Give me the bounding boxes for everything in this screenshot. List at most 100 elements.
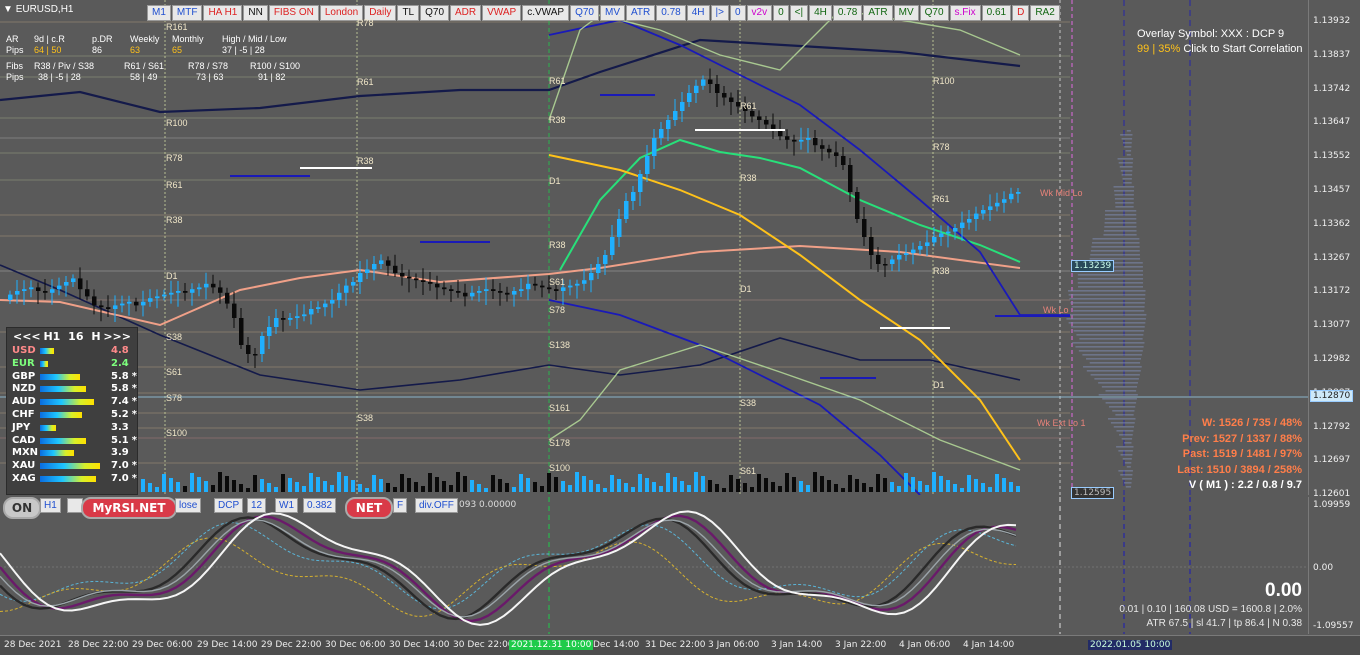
toolbar-button--21[interactable]: <| <box>789 5 809 21</box>
toolbar-button-0-18[interactable]: 0 <box>729 5 746 21</box>
volume-bar <box>925 485 929 492</box>
candle-body <box>253 354 258 356</box>
fibs-h3: R78 / S78 <box>188 61 229 71</box>
f-button[interactable]: F <box>393 498 408 513</box>
volume-bar <box>624 483 628 492</box>
volume-profile-bar <box>1114 198 1134 200</box>
strength-bar <box>40 463 100 470</box>
toolbar-button-hah1-2[interactable]: HA H1 <box>203 5 243 21</box>
candle-body <box>78 278 83 290</box>
toolbar-button-atr-14[interactable]: ATR <box>625 5 656 21</box>
toolbar-button-0-20[interactable]: 0 <box>773 5 789 21</box>
toolbar-button-atr-24[interactable]: ATR <box>863 5 893 21</box>
toolbar-button-tl-7[interactable]: TL <box>397 5 420 21</box>
toolbar-button-061-28[interactable]: 0.61 <box>981 5 1012 21</box>
dcp-button[interactable]: DCP <box>214 498 244 513</box>
toolbar-button-ra2-30[interactable]: RA2 <box>1030 5 1060 21</box>
correlation-line[interactable]: 99 | 35% Click to Start Correlation <box>1137 42 1303 57</box>
osc-axis-label: -1.09557 <box>1313 621 1354 631</box>
stat-past: Past: 1519 / 1481 / 97% <box>1182 448 1302 460</box>
corr-percent: 35% <box>1158 43 1181 55</box>
volume-bar <box>540 486 544 492</box>
div-button[interactable]: div.OFF <box>415 498 458 513</box>
toolbar-button-v2v-19[interactable]: v2v <box>746 5 773 21</box>
toolbar-button-d-29[interactable]: D <box>1012 5 1030 21</box>
volume-bar <box>736 479 740 492</box>
volume-bar <box>435 477 439 492</box>
candle-body <box>932 237 937 243</box>
net-button[interactable]: NET <box>345 497 393 519</box>
candle-body <box>533 283 538 286</box>
candle-body <box>750 111 755 117</box>
myrsi-button[interactable]: MyRSI.NET <box>81 497 177 519</box>
close-button[interactable]: lose <box>175 498 202 513</box>
toolbar-button-078-15[interactable]: 0.78 <box>656 5 686 21</box>
pips2-v1: 38 | -5 | 28 <box>38 72 81 82</box>
volume-bar <box>211 485 215 492</box>
volume-bar <box>183 486 187 492</box>
on-button[interactable]: ON <box>3 497 41 519</box>
volume-bar <box>456 472 460 492</box>
period-12-button[interactable]: 12 <box>247 498 267 513</box>
strength-row-jpy: JPY 3.3 <box>7 422 137 435</box>
h1-button[interactable]: H1 <box>40 498 61 513</box>
candle-body <box>911 249 916 254</box>
candle-body <box>617 219 622 237</box>
toolbar-button--17[interactable]: |> <box>710 5 729 21</box>
toolbar-button-vwap-10[interactable]: VWAP <box>482 5 522 21</box>
toolbar-button-mtf-1[interactable]: MTF <box>171 5 203 21</box>
candle-body <box>43 291 48 293</box>
volume-bar <box>449 485 453 492</box>
readout-line1: 0.01 | 0.10 | 160.08 USD = 1600.8 | 2.0% <box>1119 604 1302 615</box>
toolbar-button-4h-16[interactable]: 4H <box>686 5 710 21</box>
level-label: R38 <box>740 173 757 183</box>
toolbar-button-mv-25[interactable]: MV <box>893 5 919 21</box>
bottom-control-bar: ON H1 MyRSI.NET lose DCP 12 W1 0.382 NET… <box>3 495 523 519</box>
volume-bar <box>330 485 334 492</box>
volume-bar <box>967 475 971 492</box>
candle-body <box>967 219 972 223</box>
fib-button[interactable]: 0.382 <box>303 498 337 513</box>
candle-body <box>232 303 237 318</box>
toolbar-button-cvwap-11[interactable]: c.VWAP <box>522 5 570 21</box>
toolbar-button-adr-9[interactable]: ADR <box>450 5 482 21</box>
osc-axis-label: 1.09959 <box>1313 500 1351 510</box>
candle-body <box>414 278 419 281</box>
w1-button[interactable]: W1 <box>275 498 298 513</box>
toolbar-button-q70-12[interactable]: Q70 <box>570 5 599 21</box>
volume-profile-bar <box>1104 226 1137 228</box>
volume-profile-bar <box>1064 314 1147 316</box>
volume-bar <box>645 478 649 492</box>
volume-profile-bar <box>1090 254 1140 256</box>
candle-body <box>379 260 384 264</box>
volume-profile-bar <box>1089 362 1141 364</box>
candle-body <box>1002 199 1007 203</box>
strength-prev-button[interactable]: <<< <box>13 330 41 343</box>
strength-bar <box>40 475 96 482</box>
corr-start-link[interactable]: Click to Start Correlation <box>1183 43 1302 55</box>
toolbar-button-m1-0[interactable]: M1 <box>147 5 171 21</box>
volume-bar <box>463 476 467 492</box>
toolbar-button-078-23[interactable]: 0.78 <box>832 5 863 21</box>
toolbar-button-fibson-4[interactable]: FIBS ON <box>268 5 319 21</box>
candle-body <box>190 289 195 293</box>
toolbar-button-q70-8[interactable]: Q70 <box>420 5 450 21</box>
toolbar-button-4h-22[interactable]: 4H <box>809 5 832 21</box>
toolbar-button-q70-26[interactable]: Q70 <box>919 5 949 21</box>
volume-profile-bar <box>1104 218 1137 220</box>
volume-profile-bar <box>1124 462 1132 464</box>
pips-hml: 37 | -5 | 28 <box>222 45 265 55</box>
strength-next-button[interactable]: >>> <box>103 330 131 343</box>
candle-body <box>365 269 370 273</box>
candle-body <box>841 156 846 165</box>
volume-profile-bar <box>1090 374 1140 376</box>
level-label: S38 <box>740 398 757 408</box>
toolbar-button-nn-3[interactable]: NN <box>243 5 268 21</box>
volume-bar <box>274 487 278 492</box>
toolbar-button-mv-13[interactable]: MV <box>599 5 625 21</box>
strength-tf-label: H1 <box>43 330 61 343</box>
volume-bar <box>309 473 313 492</box>
price-label: 1.13077 <box>1313 320 1351 331</box>
oscillator-chart[interactable] <box>0 497 1308 634</box>
toolbar-button-sfix-27[interactable]: s.Fix <box>949 5 981 21</box>
